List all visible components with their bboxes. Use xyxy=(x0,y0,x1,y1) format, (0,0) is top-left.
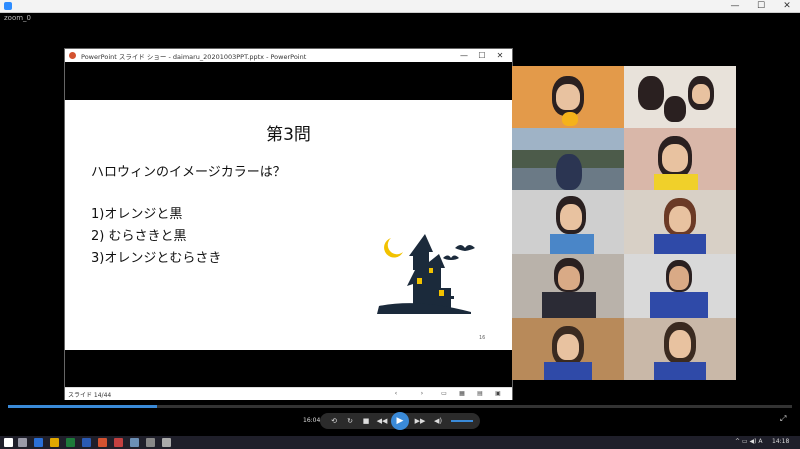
photos-icon[interactable] xyxy=(130,438,139,447)
slide-option-3: 3)オレンジとむらさき xyxy=(91,251,222,266)
window-titlebar: — ☐ ✕ xyxy=(0,0,800,13)
taskbar-app-icon[interactable] xyxy=(114,438,123,447)
powerpoint-icon xyxy=(69,52,76,59)
normal-view-icon[interactable]: ▭ xyxy=(439,389,449,398)
close-button[interactable]: ✕ xyxy=(778,0,796,12)
slide: 第3問 ハロウィンのイメージカラーは？ 1)オレンジと黒 2) むらさきと黒 3… xyxy=(65,100,512,350)
bat-icon xyxy=(443,255,459,260)
powerpoint-taskbar-icon[interactable] xyxy=(98,438,107,447)
ppt-title-text: PowerPoint スライド ショー - daimaru_20201003PP… xyxy=(81,53,307,61)
volume-slider[interactable] xyxy=(451,420,473,422)
previous-button[interactable]: ◀◀ xyxy=(376,415,388,427)
video-tile xyxy=(512,190,624,254)
start-icon[interactable] xyxy=(4,438,13,447)
clock: 14:18 xyxy=(772,438,790,445)
video-tile xyxy=(624,128,736,190)
excel-icon[interactable] xyxy=(66,438,75,447)
bat-icon xyxy=(455,245,475,251)
elapsed-time: 16:04 xyxy=(303,417,321,424)
ppt-statusbar: スライド 14/44 ‹ › ▭ ▦ ▤ ▣ xyxy=(65,387,512,400)
video-tile xyxy=(624,254,736,318)
taskbar-app-icon[interactable] xyxy=(162,438,171,447)
folder-icon[interactable] xyxy=(50,438,59,447)
taskbar: ^ ▭ ◀) A 14:18 xyxy=(0,436,800,449)
ppt-titlebar: PowerPoint スライド ショー - daimaru_20201003PP… xyxy=(65,49,512,62)
video-tile xyxy=(624,318,736,380)
rotate-icon[interactable]: ↻ xyxy=(344,415,356,427)
zoom-app-icon xyxy=(4,2,12,10)
moon-icon xyxy=(384,238,403,258)
player-controls: ⟲ ↻ ■ ◀◀ ▶ ▶▶ ◀) xyxy=(320,412,480,430)
taskbar-app-icon[interactable] xyxy=(34,438,43,447)
ppt-maximize-button[interactable]: ☐ xyxy=(475,49,489,62)
powerpoint-window: PowerPoint スライド ショー - daimaru_20201003PP… xyxy=(64,48,513,400)
haunted-house-illustration xyxy=(377,234,475,314)
slide-counter: スライド 14/44 xyxy=(68,392,112,399)
video-tile xyxy=(512,66,624,128)
video-tile xyxy=(624,190,736,254)
seek-progress xyxy=(8,405,157,408)
reading-view-icon[interactable]: ▤ xyxy=(475,389,485,398)
slide-option-1: 1)オレンジと黒 xyxy=(91,207,183,222)
next-button[interactable]: ▶▶ xyxy=(414,415,426,427)
video-tile xyxy=(512,128,624,190)
video-tile xyxy=(512,254,624,318)
fullscreen-button[interactable]: ⤢ xyxy=(780,414,786,424)
slide-page-number: 16 xyxy=(479,335,486,341)
prev-slide-button[interactable]: ‹ xyxy=(391,389,401,398)
slideshow-view-icon[interactable]: ▣ xyxy=(493,389,503,398)
slide-question: ハロウィンのイメージカラーは？ xyxy=(91,165,286,180)
next-slide-button[interactable]: › xyxy=(417,389,427,398)
system-tray[interactable]: ^ ▭ ◀) A xyxy=(735,438,762,445)
slide-title: 第3問 xyxy=(266,125,311,145)
seek-bar[interactable] xyxy=(8,405,792,408)
video-tile xyxy=(624,66,736,128)
video-tile xyxy=(512,318,624,380)
play-button[interactable]: ▶ xyxy=(391,412,409,430)
repeat-icon[interactable]: ⟲ xyxy=(328,415,340,427)
search-icon[interactable] xyxy=(18,438,27,447)
volume-icon[interactable]: ◀) xyxy=(432,415,444,427)
word-icon[interactable] xyxy=(82,438,91,447)
slide-option-2: 2) むらさきと黒 xyxy=(91,229,187,244)
window-title: zoom_0 xyxy=(4,14,32,22)
minimize-button[interactable]: — xyxy=(726,0,744,12)
taskbar-app-icon[interactable] xyxy=(146,438,155,447)
stop-button[interactable]: ■ xyxy=(360,415,372,427)
maximize-button[interactable]: ☐ xyxy=(752,0,770,12)
ppt-close-button[interactable]: ✕ xyxy=(493,49,507,62)
sorter-view-icon[interactable]: ▦ xyxy=(457,389,467,398)
ppt-minimize-button[interactable]: — xyxy=(457,49,471,62)
